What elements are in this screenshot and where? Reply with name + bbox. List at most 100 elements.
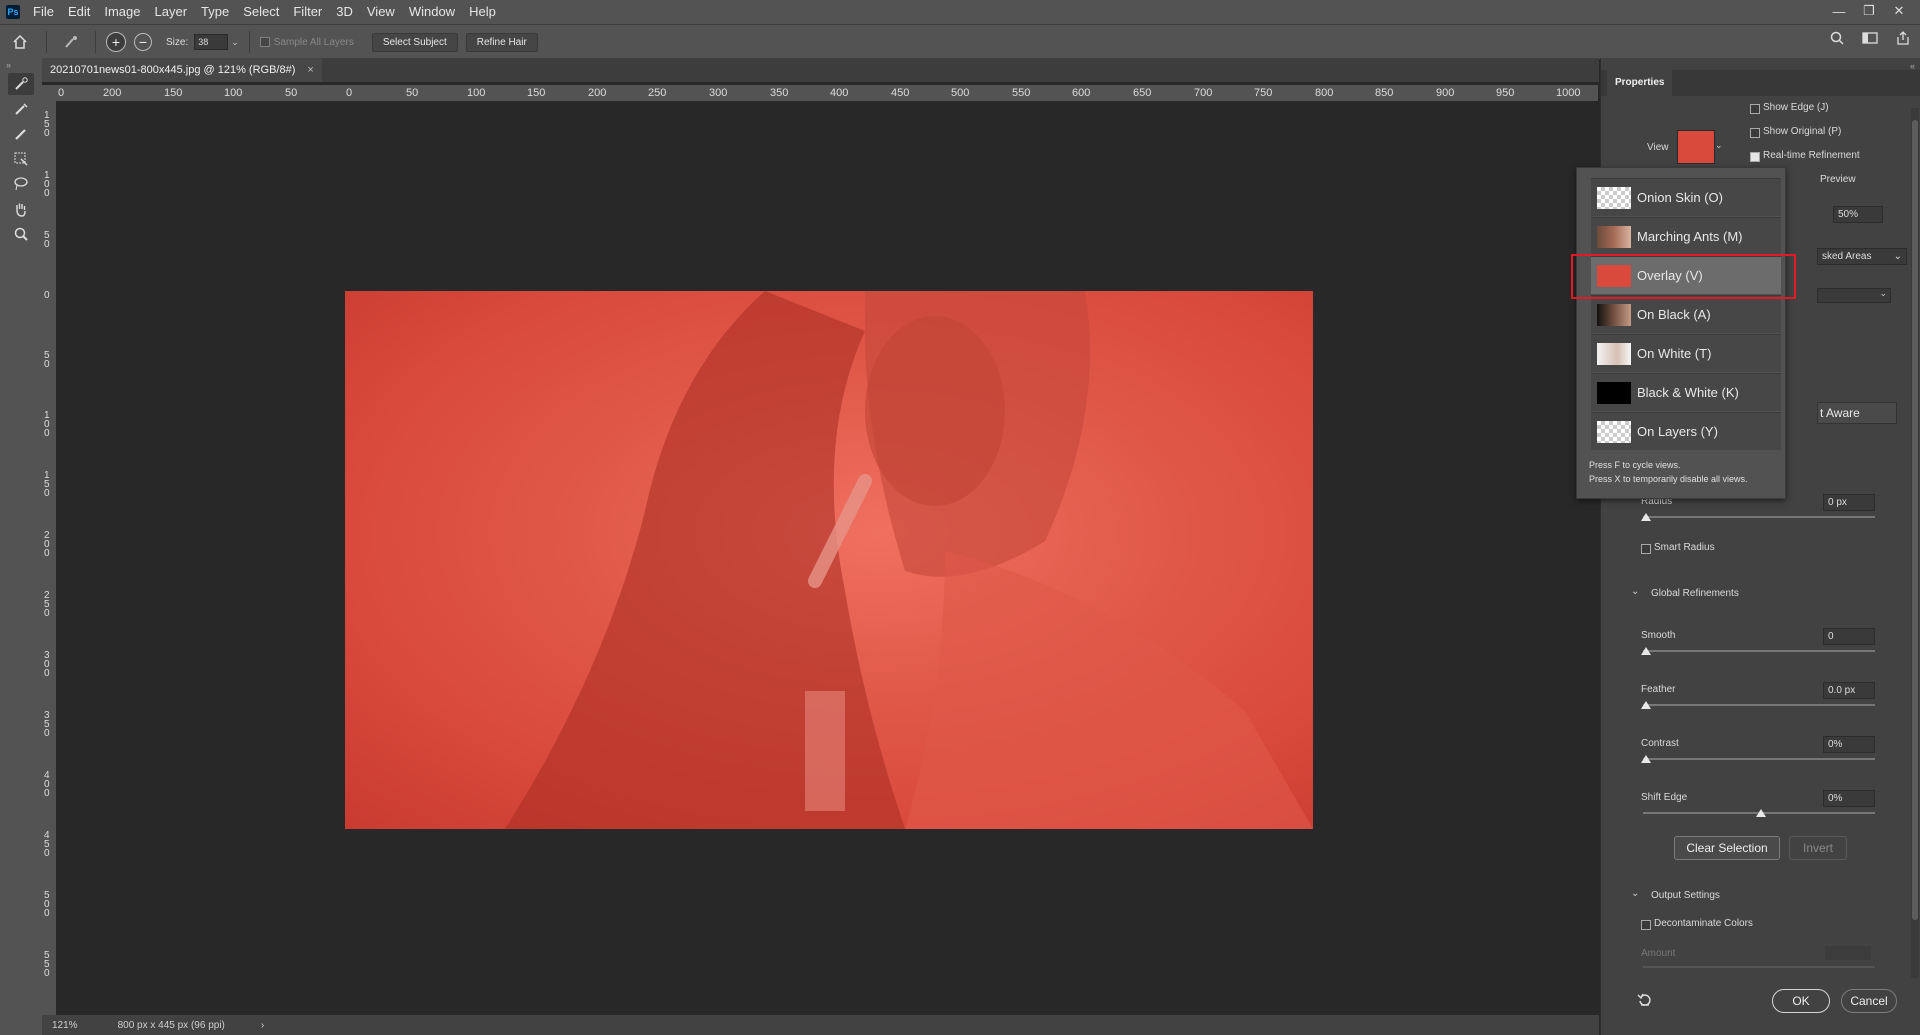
chevron-down-icon[interactable]: ⌄: [1631, 586, 1639, 597]
minimize-button[interactable]: —: [1824, 0, 1854, 22]
close-window-button[interactable]: ✕: [1884, 0, 1914, 22]
invert-button[interactable]: Invert: [1789, 836, 1847, 860]
output-settings-header[interactable]: Output Settings: [1651, 890, 1720, 901]
quick-selection-tool[interactable]: [8, 73, 34, 95]
amount-field[interactable]: [1825, 946, 1871, 960]
view-mode-label: On White (T): [1637, 346, 1712, 361]
status-arrow-icon[interactable]: ›: [261, 1020, 264, 1031]
menu-help[interactable]: Help: [462, 0, 503, 24]
ruler-label: 0: [58, 87, 65, 99]
lasso-tool[interactable]: [8, 173, 34, 195]
menu-view[interactable]: View: [360, 0, 402, 24]
view-mode-item-onion-skin[interactable]: Onion Skin (O): [1591, 178, 1781, 216]
menu-filter[interactable]: Filter: [286, 0, 329, 24]
add-to-selection-icon[interactable]: +: [106, 32, 126, 52]
ok-button[interactable]: OK: [1772, 989, 1830, 1013]
shift-edge-field[interactable]: 0%: [1823, 790, 1875, 807]
ruler-label: 50: [44, 350, 50, 370]
sample-all-layers-label: Sample All Layers: [273, 36, 354, 48]
show-original-label: Show Original (P): [1763, 126, 1842, 137]
feather-field[interactable]: 0.0 px: [1823, 682, 1875, 699]
zoom-level[interactable]: 121%: [52, 1020, 78, 1031]
object-selection-tool[interactable]: [8, 148, 34, 170]
menu-image[interactable]: Image: [97, 0, 147, 24]
document-info: 800 px x 445 px (96 ppi): [117, 1019, 225, 1031]
quick-selection-brush-icon[interactable]: [53, 34, 89, 50]
view-mode-item-marching-ants[interactable]: Marching Ants (M): [1591, 217, 1781, 255]
show-edge-checkbox[interactable]: [1750, 104, 1760, 114]
realtime-refinement-checkbox[interactable]: [1750, 152, 1760, 162]
menu-type[interactable]: Type: [194, 0, 236, 24]
brush-tool[interactable]: [8, 123, 34, 145]
object-aware-button[interactable]: t Aware: [1817, 402, 1897, 424]
panel-scrollbar[interactable]: [1911, 108, 1919, 978]
menu-file[interactable]: File: [26, 0, 61, 24]
show-original-checkbox[interactable]: [1750, 128, 1760, 138]
clear-selection-button[interactable]: Clear Selection: [1674, 836, 1780, 860]
zoom-tool[interactable]: [8, 223, 34, 245]
refine-edge-brush-tool[interactable]: [8, 98, 34, 120]
chevron-down-icon[interactable]: ⌄: [231, 37, 239, 48]
feather-slider-thumb[interactable]: [1641, 701, 1651, 709]
menu-window[interactable]: Window: [402, 0, 462, 24]
view-mode-item-on-white[interactable]: On White (T): [1591, 334, 1781, 372]
share-icon[interactable]: [1896, 31, 1910, 48]
decontaminate-colors-checkbox[interactable]: [1641, 920, 1651, 930]
shift-edge-slider-thumb[interactable]: [1756, 809, 1766, 817]
view-mode-item-on-black[interactable]: On Black (A): [1591, 295, 1781, 333]
select-subject-button[interactable]: Select Subject: [371, 32, 458, 52]
view-dropdown-chevron-icon[interactable]: ⌄: [1715, 140, 1723, 151]
radius-field[interactable]: 0 px: [1823, 494, 1875, 511]
view-mode-item-black-white[interactable]: Black & White (K): [1591, 373, 1781, 411]
chevron-down-icon[interactable]: ⌄: [1631, 888, 1639, 899]
feather-slider[interactable]: [1643, 704, 1875, 706]
menu-layer[interactable]: Layer: [148, 0, 195, 24]
smooth-slider[interactable]: [1643, 650, 1875, 652]
home-icon[interactable]: [0, 35, 40, 49]
sample-all-layers-checkbox[interactable]: [259, 37, 270, 47]
contrast-slider-thumb[interactable]: [1641, 755, 1651, 763]
ruler-label: 300: [709, 87, 728, 99]
overlay-photo: [505, 291, 1313, 829]
restore-button[interactable]: ❐: [1854, 0, 1884, 22]
search-icon[interactable]: [1830, 31, 1844, 48]
document-image-overlay[interactable]: [345, 291, 1313, 829]
refine-hair-button[interactable]: Refine Hair: [465, 32, 538, 52]
tools-panel: »: [0, 58, 42, 1035]
workspace-icon[interactable]: [1862, 31, 1878, 48]
smooth-field[interactable]: 0: [1823, 628, 1875, 645]
ruler-label: 200: [103, 87, 122, 99]
radius-slider-thumb[interactable]: [1641, 513, 1651, 521]
contrast-field[interactable]: 0%: [1823, 736, 1875, 753]
smart-radius-checkbox[interactable]: [1641, 544, 1651, 554]
view-mode-item-on-layers[interactable]: On Layers (Y): [1591, 412, 1781, 450]
hand-tool[interactable]: [8, 198, 34, 220]
view-mode-thumbnail[interactable]: [1677, 130, 1715, 164]
ruler-label: 150: [164, 87, 183, 99]
ruler-label: 100: [467, 87, 486, 99]
smooth-slider-thumb[interactable]: [1641, 647, 1651, 655]
properties-tab[interactable]: Properties: [1607, 70, 1673, 96]
opacity-field[interactable]: 50%: [1833, 206, 1883, 223]
subtract-from-selection-icon[interactable]: −: [134, 33, 152, 51]
ruler-label: 800: [1315, 87, 1334, 99]
reset-icon[interactable]: [1637, 992, 1653, 1011]
global-refinements-header[interactable]: Global Refinements: [1651, 588, 1739, 599]
contrast-label: Contrast: [1641, 738, 1679, 749]
mode-dropdown[interactable]: ⌄: [1817, 288, 1891, 303]
radius-slider[interactable]: [1643, 516, 1875, 518]
contrast-slider[interactable]: [1643, 758, 1875, 760]
ruler-label: 750: [1254, 87, 1273, 99]
document-tab[interactable]: 20210701news01-800x445.jpg @ 121% (RGB/8…: [42, 58, 322, 82]
collapse-toolbar-icon[interactable]: »: [6, 60, 42, 70]
cancel-button[interactable]: Cancel: [1841, 989, 1897, 1013]
menu-3d[interactable]: 3D: [329, 0, 360, 24]
menu-select[interactable]: Select: [236, 0, 286, 24]
close-tab-icon[interactable]: ×: [307, 64, 313, 76]
menu-edit[interactable]: Edit: [61, 0, 97, 24]
masked-areas-dropdown[interactable]: sked Areas ⌄: [1817, 248, 1907, 265]
size-input[interactable]: 38: [194, 34, 229, 50]
view-menu-hint-2: Press X to temporarily disable all views…: [1589, 474, 1748, 484]
ruler-label: 400: [44, 770, 50, 799]
amount-slider[interactable]: [1643, 966, 1875, 968]
